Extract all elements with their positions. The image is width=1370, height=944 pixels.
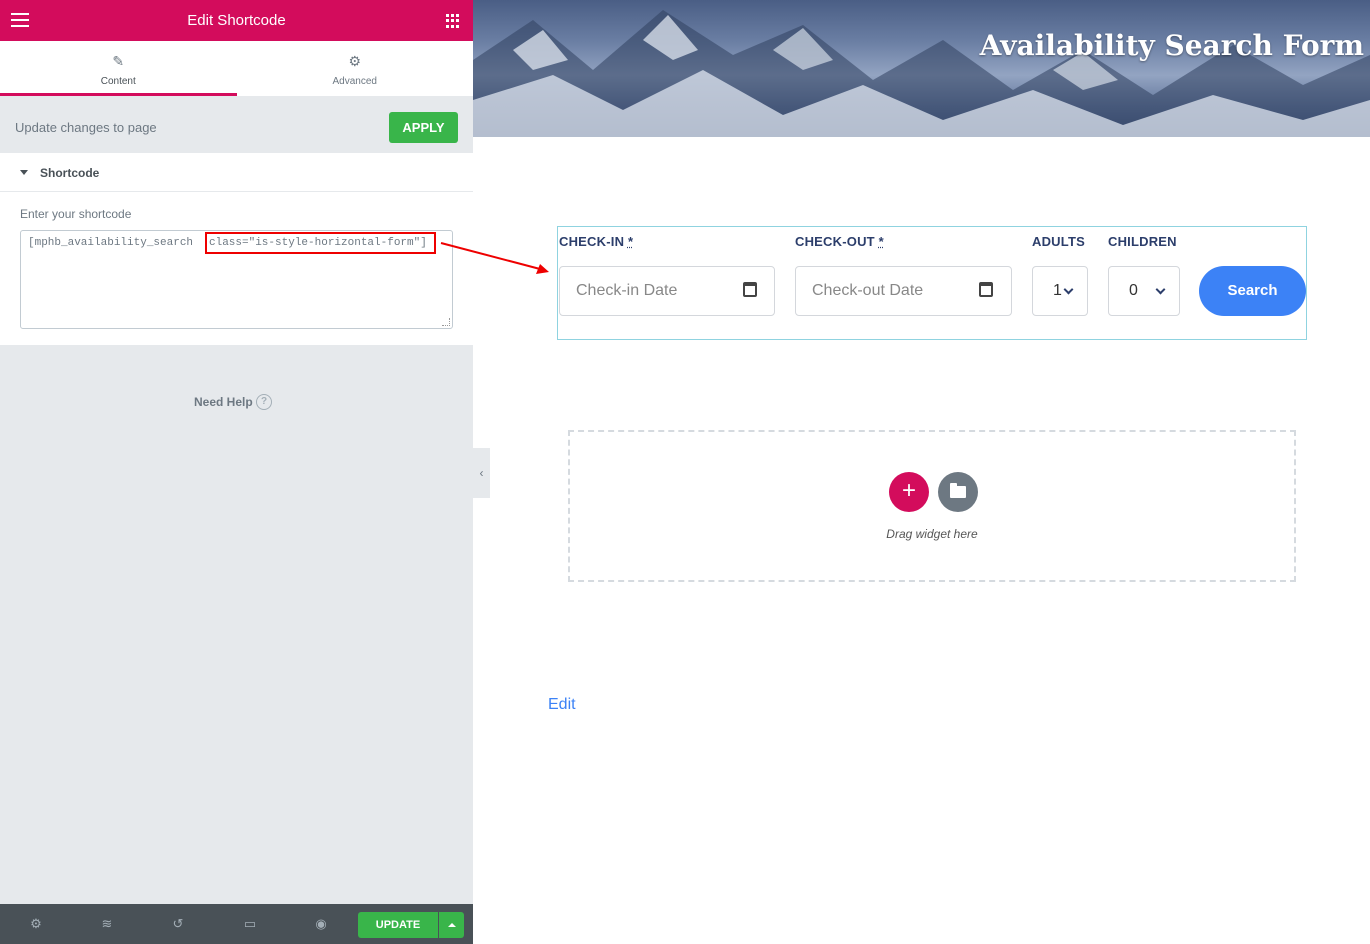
checkin-date-input[interactable]: Check-in Date xyxy=(559,266,775,316)
hero-banner: Availability Search Form xyxy=(473,0,1370,137)
folder-icon xyxy=(950,483,966,498)
template-library-button[interactable] xyxy=(938,472,978,512)
tab-advanced[interactable]: ⚙ Advanced xyxy=(236,41,473,96)
tab-content[interactable]: ✎ Content xyxy=(0,41,237,96)
panel-tabs: ✎ Content ⚙ Advanced xyxy=(0,41,473,96)
preview-eye-icon[interactable]: ◉ xyxy=(313,916,329,932)
shortcode-prefix: [mphb_availability_search xyxy=(28,237,194,249)
history-icon[interactable]: ↺ xyxy=(170,916,186,932)
panel-title: Edit Shortcode xyxy=(187,12,286,29)
question-icon[interactable]: ? xyxy=(256,394,272,410)
gear-icon: ⚙ xyxy=(348,53,362,69)
update-changes-text: Update changes to page xyxy=(15,120,157,135)
children-select[interactable]: 0 xyxy=(1108,266,1180,316)
caret-down-icon xyxy=(20,170,28,175)
shortcode-highlight: class="is-style-horizontal-form"] xyxy=(205,232,436,254)
editor-panel: Edit Shortcode ✎ Content ⚙ Advanced Upda… xyxy=(0,0,473,944)
chevron-down-icon xyxy=(1063,284,1074,295)
calendar-icon[interactable] xyxy=(979,282,993,297)
shortcode-textarea[interactable]: [mphb_availability_search class="is-styl… xyxy=(20,230,453,329)
panel-header: Edit Shortcode xyxy=(0,0,473,41)
add-section-button[interactable]: + xyxy=(889,472,929,512)
search-button[interactable]: Search xyxy=(1199,266,1306,316)
drag-widget-text: Drag widget here xyxy=(886,527,978,541)
checkout-date-input[interactable]: Check-out Date xyxy=(795,266,1012,316)
adults-label: ADULTS xyxy=(1032,234,1085,249)
shortcode-section: Shortcode Enter your shortcode [mphb_ava… xyxy=(0,153,473,345)
collapse-panel-icon[interactable]: ‹ xyxy=(473,448,490,498)
need-help-link[interactable]: Need Help xyxy=(194,395,253,409)
settings-icon[interactable]: ⚙ xyxy=(28,916,44,932)
chevron-down-icon xyxy=(1155,284,1166,295)
update-button[interactable]: UPDATE xyxy=(358,912,438,938)
edit-link[interactable]: Edit xyxy=(548,696,576,714)
shortcode-field-label: Enter your shortcode xyxy=(20,207,132,221)
section-toggle[interactable]: Shortcode xyxy=(0,153,473,192)
update-options-icon[interactable] xyxy=(439,912,464,938)
responsive-icon[interactable]: ▭ xyxy=(242,916,258,932)
navigator-icon[interactable]: ≋ xyxy=(99,916,115,932)
page-title: Availability Search Form xyxy=(979,29,1364,62)
checkout-label: CHECK-OUT * xyxy=(795,234,884,249)
widgets-grid-icon[interactable] xyxy=(446,14,460,28)
calendar-icon[interactable] xyxy=(743,282,757,297)
mountain-image xyxy=(473,10,1370,137)
checkin-label: CHECK-IN * xyxy=(559,234,634,249)
availability-search-form: CHECK-IN * CHECK-OUT * ADULTS CHILDREN C… xyxy=(557,226,1307,340)
children-label: CHILDREN xyxy=(1108,234,1177,249)
resize-grip-icon[interactable] xyxy=(442,318,450,326)
pencil-icon: ✎ xyxy=(112,53,125,69)
section-title: Shortcode xyxy=(40,166,100,180)
adults-select[interactable]: 1 xyxy=(1032,266,1088,316)
apply-button[interactable]: APPLY xyxy=(389,112,458,143)
widget-dropzone[interactable]: + Drag widget here xyxy=(568,430,1296,582)
